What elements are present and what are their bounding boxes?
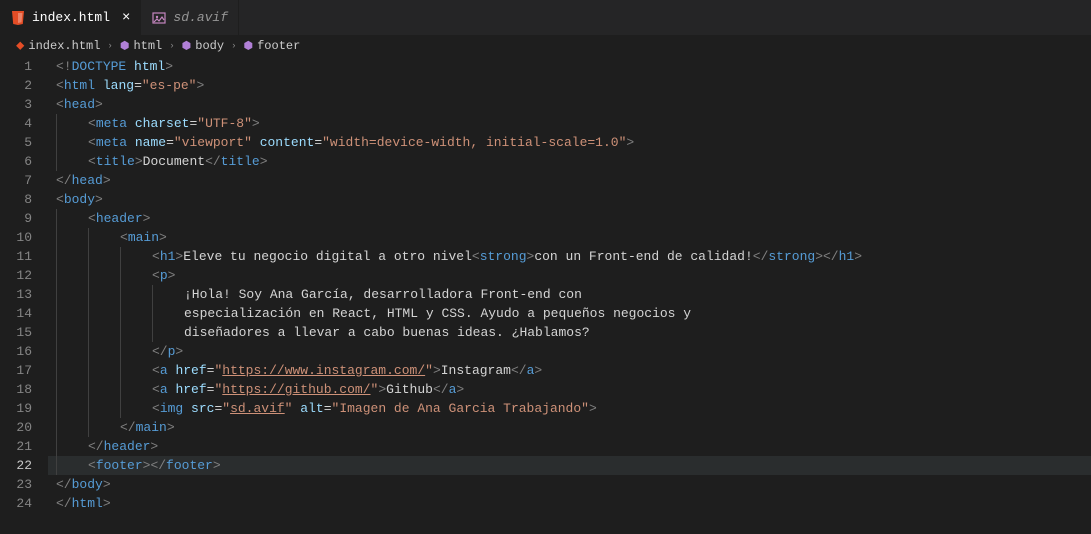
line-number: 16 [0, 342, 32, 361]
code-line[interactable]: </html> [48, 494, 1091, 513]
chevron-right-icon: › [169, 41, 174, 51]
symbol-icon: ⬢ [243, 39, 253, 53]
line-number: 22 [0, 456, 32, 475]
chevron-right-icon: › [231, 41, 236, 51]
line-number: 13 [0, 285, 32, 304]
code-line[interactable]: <meta charset="UTF-8"> [48, 114, 1091, 133]
html-file-icon [10, 10, 26, 26]
code-line[interactable]: <body> [48, 190, 1091, 209]
code-line[interactable]: especialización en React, HTML y CSS. Ay… [48, 304, 1091, 323]
breadcrumb-footer[interactable]: ⬢ footer [243, 39, 300, 53]
line-number-gutter: 123456789101112131415161718192021222324 [0, 57, 48, 513]
code-line[interactable]: <img src="sd.avif" alt="Imagen de Ana Ga… [48, 399, 1091, 418]
code-line[interactable]: <header> [48, 209, 1091, 228]
breadcrumb-file[interactable]: ⬥ index.html [16, 39, 100, 53]
code-line[interactable]: </head> [48, 171, 1091, 190]
html-file-icon: ⬥ [16, 39, 24, 53]
code-line[interactable]: <footer></footer> [48, 456, 1091, 475]
code-line[interactable]: </body> [48, 475, 1091, 494]
chevron-right-icon: › [107, 41, 112, 51]
line-number: 19 [0, 399, 32, 418]
line-number: 7 [0, 171, 32, 190]
close-icon[interactable]: × [122, 10, 130, 26]
code-line[interactable]: ¡Hola! Soy Ana García, desarrolladora Fr… [48, 285, 1091, 304]
code-editor[interactable]: 123456789101112131415161718192021222324 … [0, 57, 1091, 513]
code-line[interactable]: <meta name="viewport" content="width=dev… [48, 133, 1091, 152]
tab-label: sd.avif [173, 10, 228, 25]
line-number: 1 [0, 57, 32, 76]
line-number: 9 [0, 209, 32, 228]
code-line[interactable]: <a href="https://www.instagram.com/">Ins… [48, 361, 1091, 380]
code-line[interactable]: <h1>Eleve tu negocio digital a otro nive… [48, 247, 1091, 266]
line-number: 3 [0, 95, 32, 114]
code-line[interactable]: <a href="https://github.com/">Github</a> [48, 380, 1091, 399]
line-number: 2 [0, 76, 32, 95]
breadcrumb[interactable]: ⬥ index.html › ⬢ html › ⬢ body › ⬢ foote… [0, 35, 1091, 57]
breadcrumb-html[interactable]: ⬢ html [120, 39, 162, 53]
tab-sd-avif[interactable]: sd.avif [141, 0, 239, 35]
symbol-icon: ⬢ [182, 39, 192, 53]
line-number: 12 [0, 266, 32, 285]
breadcrumb-body[interactable]: ⬢ body [182, 39, 224, 53]
line-number: 8 [0, 190, 32, 209]
line-number: 14 [0, 304, 32, 323]
line-number: 17 [0, 361, 32, 380]
line-number: 11 [0, 247, 32, 266]
line-number: 6 [0, 152, 32, 171]
tab-index-html[interactable]: index.html × [0, 0, 141, 35]
code-line[interactable]: <p> [48, 266, 1091, 285]
line-number: 4 [0, 114, 32, 133]
code-line[interactable]: <html lang="es-pe"> [48, 76, 1091, 95]
code-line[interactable]: <title>Document</title> [48, 152, 1091, 171]
code-line[interactable]: diseñadores a llevar a cabo buenas ideas… [48, 323, 1091, 342]
code-line[interactable]: <main> [48, 228, 1091, 247]
line-number: 21 [0, 437, 32, 456]
line-number: 15 [0, 323, 32, 342]
line-number: 10 [0, 228, 32, 247]
line-number: 23 [0, 475, 32, 494]
code-line[interactable]: <head> [48, 95, 1091, 114]
code-line[interactable]: <!DOCTYPE html> [48, 57, 1091, 76]
editor-tabs: index.html × sd.avif [0, 0, 1091, 35]
code-content[interactable]: <!DOCTYPE html><html lang="es-pe"><head>… [48, 57, 1091, 513]
code-line[interactable]: </header> [48, 437, 1091, 456]
line-number: 18 [0, 380, 32, 399]
symbol-icon: ⬢ [120, 39, 130, 53]
code-line[interactable]: </main> [48, 418, 1091, 437]
image-file-icon [151, 10, 167, 26]
line-number: 20 [0, 418, 32, 437]
line-number: 24 [0, 494, 32, 513]
code-line[interactable]: </p> [48, 342, 1091, 361]
line-number: 5 [0, 133, 32, 152]
tab-label: index.html [32, 10, 110, 25]
